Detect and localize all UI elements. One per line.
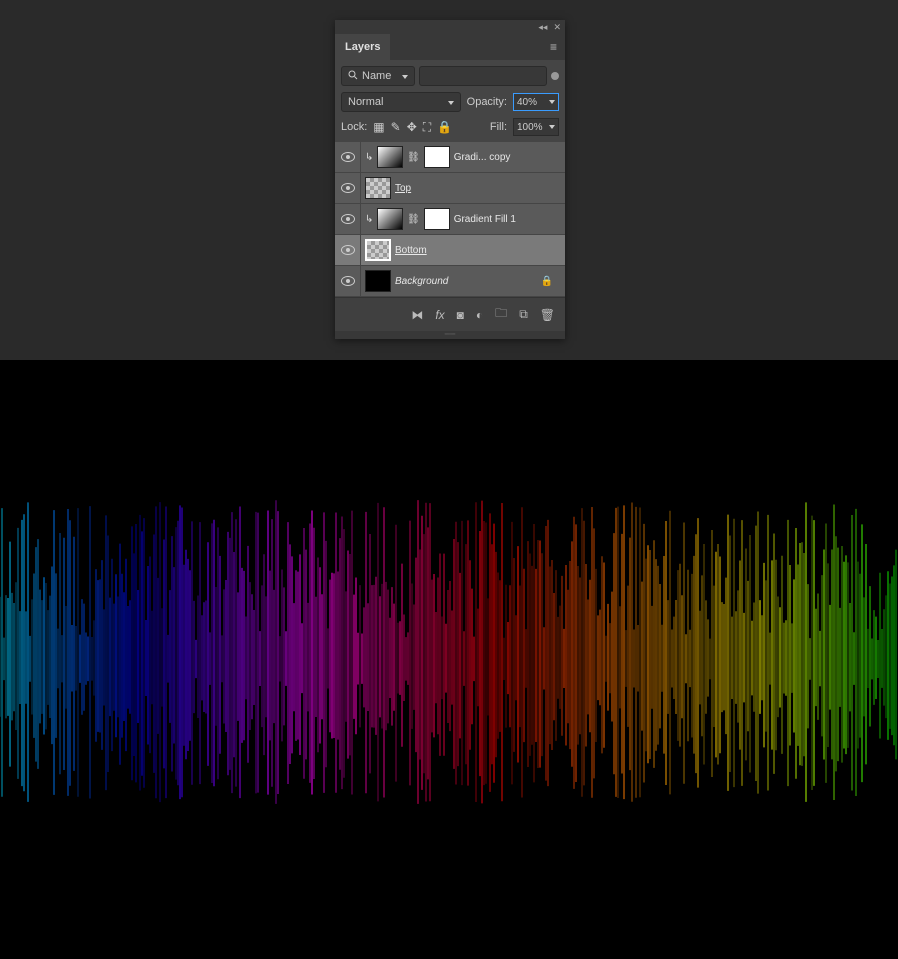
lock-paint-icon[interactable]: ✎	[391, 120, 401, 135]
tab-layers[interactable]: Layers	[335, 34, 390, 60]
filter-row: Name	[335, 60, 565, 92]
layer-thumbnail[interactable]	[365, 177, 391, 199]
link-layers-icon[interactable]: ⧓	[411, 308, 423, 322]
mask-thumbnail[interactable]	[424, 146, 450, 168]
mask-icon[interactable]: ◙	[457, 308, 464, 322]
group-icon[interactable]: 🗀	[495, 304, 507, 325]
layer-name-label[interactable]: Gradient Fill 1	[454, 214, 516, 225]
tabs-row: Layers ≡	[335, 34, 565, 60]
mask-thumbnail[interactable]	[424, 208, 450, 230]
lock-transparency-icon[interactable]: ▦	[373, 120, 384, 135]
visibility-toggle[interactable]	[335, 266, 361, 296]
fill-input[interactable]: 100%	[513, 118, 559, 136]
close-icon[interactable]: ✕	[553, 22, 561, 33]
panel-menu-icon[interactable]: ≡	[550, 40, 557, 54]
lock-position-icon[interactable]: ✥	[407, 120, 417, 135]
mask-link-icon[interactable]: ⛓	[407, 214, 420, 225]
layer-name-label[interactable]: Background	[395, 276, 448, 287]
filter-input[interactable]	[419, 66, 547, 86]
clip-indicator-icon: ↳	[365, 214, 373, 225]
visibility-toggle[interactable]	[335, 235, 361, 265]
layer-row[interactable]: Top	[335, 173, 565, 204]
layer-content: Top	[361, 177, 565, 199]
layer-content: Bottom	[361, 239, 565, 261]
lock-indicator-icon: 🔒	[541, 276, 553, 287]
opacity-input[interactable]: 40%	[513, 93, 559, 111]
layer-row[interactable]: ↳ ⛓ Gradi... copy	[335, 142, 565, 173]
opacity-value: 40%	[517, 97, 537, 108]
visibility-toggle[interactable]	[335, 204, 361, 234]
fill-label: Fill:	[490, 121, 507, 133]
mask-link-icon[interactable]: ⛓	[407, 152, 420, 163]
layer-name-label[interactable]: Top	[395, 183, 411, 194]
layers-panel: ◂◂ ✕ Layers ≡ Name Normal Opacity: 40% L…	[335, 20, 565, 339]
blend-mode-label: Normal	[348, 96, 383, 108]
eye-icon	[341, 245, 355, 255]
delete-icon[interactable]: 🗑	[540, 308, 555, 322]
layers-list: ↳ ⛓ Gradi... copy Top ↳ ⛓ Gradient Fill 1 Botto…	[335, 142, 565, 297]
eye-icon	[341, 276, 355, 286]
lock-icons-group: ▦ ✎ ✥ ⛶ 🔒	[373, 120, 452, 135]
layer-content: ↳ ⛓ Gradi... copy	[361, 146, 565, 168]
layer-content: ↳ ⛓ Gradient Fill 1	[361, 208, 565, 230]
layer-thumbnail[interactable]	[377, 146, 403, 168]
visibility-toggle[interactable]	[335, 173, 361, 203]
collapse-icon[interactable]: ◂◂	[538, 22, 547, 33]
visibility-toggle[interactable]	[335, 142, 361, 172]
fx-icon[interactable]: fx	[435, 308, 444, 322]
layer-thumbnail[interactable]	[365, 270, 391, 292]
layer-name-label[interactable]: Gradi... copy	[454, 152, 511, 163]
layer-content: Background 🔒	[361, 270, 565, 292]
blend-row: Normal Opacity: 40%	[335, 92, 565, 118]
blend-mode-select[interactable]: Normal	[341, 92, 461, 112]
eye-icon	[341, 183, 355, 193]
filter-toggle[interactable]	[551, 72, 559, 80]
filter-type-select[interactable]: Name	[341, 66, 415, 86]
document-canvas	[0, 360, 898, 959]
new-layer-icon[interactable]: ⧉	[519, 307, 528, 322]
search-icon	[348, 70, 358, 83]
panel-resize-grip[interactable]: ┉┉┉	[335, 331, 565, 339]
lock-all-icon[interactable]: 🔒	[437, 120, 452, 135]
eye-icon	[341, 214, 355, 224]
adjustment-icon[interactable]: ◐	[476, 308, 483, 322]
eye-icon	[341, 152, 355, 162]
fill-value: 100%	[517, 122, 543, 133]
panel-title-bar: ◂◂ ✕	[335, 20, 565, 34]
layers-bottom-bar: ⧓ fx ◙ ◐ 🗀 ⧉ 🗑	[335, 297, 565, 331]
layer-row[interactable]: Background 🔒	[335, 266, 565, 297]
filter-type-label: Name	[362, 70, 391, 82]
layer-name-label[interactable]: Bottom	[395, 245, 427, 256]
layer-thumbnail[interactable]	[377, 208, 403, 230]
lock-label: Lock:	[341, 121, 367, 133]
lock-row: Lock: ▦ ✎ ✥ ⛶ 🔒 Fill: 100%	[335, 118, 565, 142]
layer-thumbnail[interactable]	[365, 239, 391, 261]
layer-row[interactable]: ↳ ⛓ Gradient Fill 1	[335, 204, 565, 235]
clip-indicator-icon: ↳	[365, 152, 373, 163]
layer-row[interactable]: Bottom	[335, 235, 565, 266]
opacity-label: Opacity:	[467, 96, 507, 108]
lock-artboard-icon[interactable]: ⛶	[423, 120, 431, 135]
